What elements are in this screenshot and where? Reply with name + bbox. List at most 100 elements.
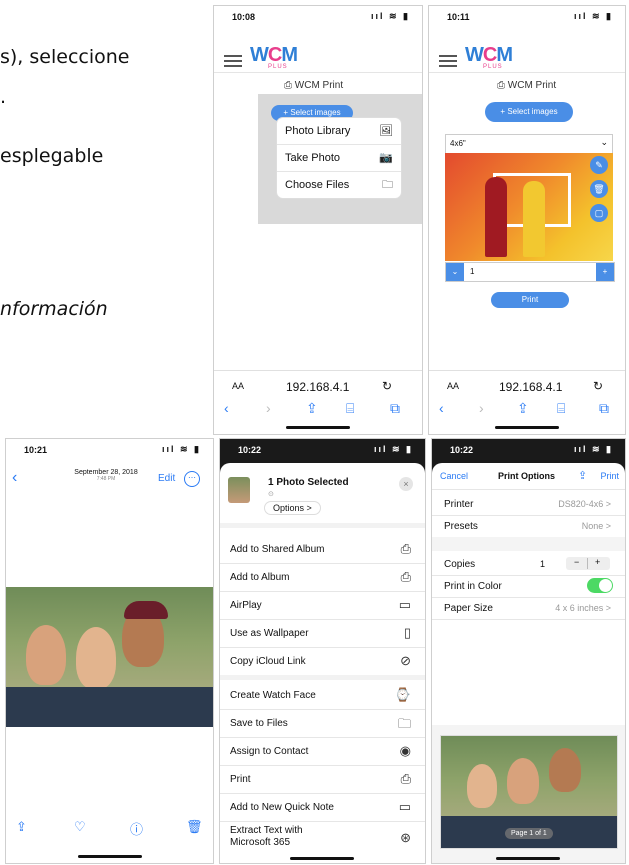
paper-size-row[interactable]: Paper Size 4 x 6 inches > — [432, 597, 625, 620]
safari-url-bar[interactable]: AA 192.168.4.1 ↻ — [214, 370, 422, 401]
action-print[interactable]: Print ⎙ — [220, 765, 425, 794]
tabs-icon[interactable]: ⧉ — [599, 400, 609, 417]
wcm-logo: WCM PLUS — [465, 44, 513, 70]
status-bar: 10:11 ııl ≋ ▮ — [429, 6, 625, 28]
photo-toolbar: ⇪ ♡ ⓘ 🗑 — [6, 819, 213, 839]
quantity-add-icon[interactable]: + — [596, 263, 614, 281]
action-add-to-album[interactable]: Add to Album ⎙ — [220, 563, 425, 592]
share-icon[interactable]: ⇪ — [517, 400, 529, 417]
action-add-to-quick-note[interactable]: Add to New Quick Note ▭ — [220, 793, 425, 822]
printer-label: Printer — [444, 499, 474, 510]
quantity-value: 1 — [470, 267, 475, 276]
menu-item-take-photo[interactable]: Take Photo 📷 — [277, 145, 401, 172]
status-bar: 10:22 ııl ≋ ▮ — [220, 439, 425, 461]
wcm-print-label: WCM Print — [294, 80, 344, 91]
printer-icon: ⎙ — [400, 771, 411, 786]
wallpaper-icon: ▯ — [403, 625, 411, 640]
safari-url-bar[interactable]: AA 192.168.4.1 ↻ — [429, 370, 625, 401]
close-icon[interactable]: × — [399, 477, 413, 491]
print-button[interactable]: Print — [491, 292, 569, 308]
action-label: Copy iCloud Link — [230, 656, 306, 667]
action-use-as-wallpaper[interactable]: Use as Wallpaper ▯ — [220, 619, 425, 648]
person-beanie — [124, 601, 168, 619]
person-face — [76, 627, 116, 689]
presets-row[interactable]: Presets None > — [432, 515, 625, 538]
bookmarks-icon[interactable]: ⌸ — [346, 400, 354, 417]
tabs-icon[interactable]: ⧉ — [390, 400, 400, 417]
delete-icon[interactable]: 🗑 — [590, 180, 608, 198]
reload-icon[interactable]: ↻ — [593, 379, 603, 393]
share-icon[interactable]: ⇪ — [16, 819, 27, 835]
printer-row[interactable]: Printer DS820-4x6 > — [432, 493, 625, 516]
share-icon[interactable]: ⇪ — [306, 400, 318, 417]
plus-icon[interactable]: + — [595, 557, 600, 567]
photo-date-header: September 28, 2018 7:48 PM — [66, 469, 146, 482]
action-copy-icloud-link[interactable]: Copy iCloud Link ⊘ — [220, 647, 425, 676]
print-in-color-toggle[interactable] — [587, 578, 613, 593]
person-face — [549, 748, 581, 792]
link-icon: ⊘ — [400, 653, 411, 668]
edit-icon[interactable]: ✎ — [590, 156, 608, 174]
folder-icon: 🗀 — [382, 179, 393, 191]
hamburger-menu-icon[interactable] — [224, 52, 242, 70]
copies-stepper[interactable]: − + — [566, 557, 610, 570]
forward-icon[interactable]: › — [266, 400, 271, 416]
crop-icon[interactable]: ▢ — [590, 204, 608, 222]
phone-photos-viewer: 10:21 ııl ≋ ▮ ‹ September 28, 2018 7:48 … — [5, 438, 214, 864]
select-images-button[interactable]: + Select images — [485, 102, 573, 122]
action-label: Add to Shared Album — [230, 544, 325, 555]
hamburger-menu-icon[interactable] — [439, 52, 457, 70]
signal-wifi-battery-icon: ııl ≋ ▮ — [574, 444, 613, 454]
paper-size-label: Paper Size — [444, 603, 493, 614]
print-button[interactable]: Print — [600, 471, 619, 481]
action-save-to-files[interactable]: Save to Files 🗀 — [220, 709, 425, 738]
favorite-heart-icon[interactable]: ♡ — [74, 819, 86, 835]
phone-share-sheet: 10:22 ııl ≋ ▮ 1 Photo Selected ⊙ Options… — [219, 438, 426, 864]
quantity-dropdown-icon[interactable]: ⌄ — [446, 263, 464, 281]
chevron-down-icon: ⌄ — [600, 137, 608, 147]
forward-icon[interactable]: › — [479, 400, 484, 416]
size-dropdown[interactable]: 4x6" ⌄ — [445, 134, 613, 154]
share-icon[interactable]: ⇪ — [578, 469, 587, 482]
presets-label: Presets — [444, 521, 478, 532]
person-face — [467, 764, 497, 808]
cancel-button[interactable]: Cancel — [440, 471, 468, 481]
doc-line-1: s), seleccione — [0, 46, 130, 68]
trash-icon[interactable]: 🗑 — [186, 819, 203, 835]
options-button[interactable]: Options > — [264, 501, 321, 515]
wcm-logo: WCM PLUS — [250, 44, 298, 70]
back-icon[interactable]: ‹ — [12, 469, 17, 487]
action-label-line2: Microsoft 365 — [230, 837, 291, 848]
quantity-stepper[interactable]: ⌄ 1 + — [445, 262, 615, 282]
status-time: 10:08 — [232, 12, 256, 22]
text-size-button[interactable]: AA — [232, 381, 244, 391]
more-options-icon[interactable]: ⋯ — [184, 471, 200, 487]
bookmarks-icon[interactable]: ⌸ — [557, 400, 565, 417]
action-label: Use as Wallpaper — [230, 628, 309, 639]
menu-item-photo-library[interactable]: Photo Library 🖼 — [277, 118, 401, 145]
edit-button[interactable]: Edit — [158, 473, 175, 484]
action-assign-to-contact[interactable]: Assign to Contact ◉ — [220, 737, 425, 766]
photo-library-icon: 🖼 — [379, 125, 393, 137]
menu-item-choose-files[interactable]: Choose Files 🗀 — [277, 172, 401, 198]
action-airplay[interactable]: AirPlay ▭ — [220, 591, 425, 620]
action-add-to-shared-album[interactable]: Add to Shared Album ⎙ — [220, 535, 425, 564]
home-indicator — [496, 857, 560, 860]
print-options-header: Cancel Print Options ⇪ Print — [432, 463, 625, 490]
doc-line-2: . — [0, 86, 7, 108]
text-size-button[interactable]: AA — [447, 381, 459, 391]
back-icon[interactable]: ‹ — [439, 400, 444, 416]
menu-item-label: Take Photo — [285, 152, 341, 164]
back-icon[interactable]: ‹ — [224, 400, 229, 416]
action-create-watch-face[interactable]: Create Watch Face ⌚ — [220, 681, 425, 710]
phone-image-editor: 10:11 ııl ≋ ▮ WCM PLUS ⎙ WCM Print + Sele… — [428, 5, 626, 435]
home-indicator — [78, 855, 142, 858]
action-label: AirPlay — [230, 600, 262, 611]
printer-value: DS820-4x6 > — [558, 499, 611, 509]
minus-icon[interactable]: − — [574, 557, 579, 567]
action-label: Extract Text with — [230, 825, 303, 836]
url-text: 192.168.4.1 — [499, 380, 563, 394]
action-extract-text-microsoft-365[interactable]: Extract Text with Microsoft 365 ⊛ — [220, 821, 425, 855]
reload-icon[interactable]: ↻ — [382, 379, 392, 393]
info-icon[interactable]: ⓘ — [130, 819, 143, 838]
